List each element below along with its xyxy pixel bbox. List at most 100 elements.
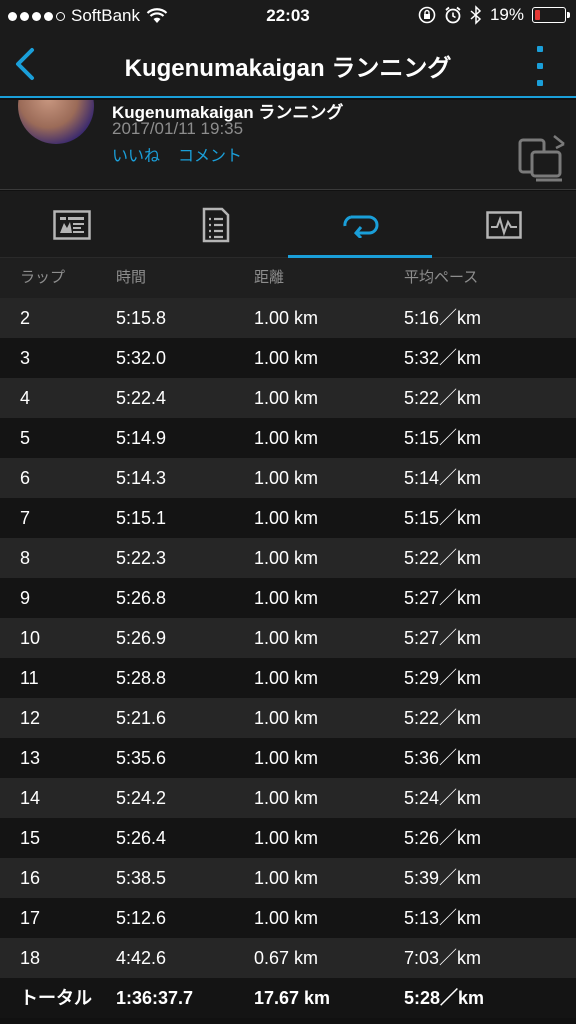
battery-level xyxy=(535,10,541,20)
lap-number: 12 xyxy=(20,708,41,728)
table-row[interactable]: 13 5:35.6 1.00 km 5:36／km xyxy=(0,738,576,778)
lap-distance: 1.00 km xyxy=(254,668,319,688)
battery-icon xyxy=(532,7,570,23)
lap-number: 10 xyxy=(20,628,41,648)
total-time: 1:36:37.7 xyxy=(116,988,194,1008)
activity-date: 2017/01/11 19:35 xyxy=(112,119,244,138)
tab-details[interactable] xyxy=(144,191,288,258)
lap-number: 18 xyxy=(20,948,41,968)
lap-distance: 1.00 km xyxy=(254,708,319,728)
lap-distance: 1.00 km xyxy=(254,748,319,768)
lap-distance: 1.00 km xyxy=(254,388,319,408)
lap-time: 5:24.2 xyxy=(116,788,167,808)
laps-table: ラップ 時間 距離 平均ペース 2 5:15.8 1.00 km 5:16／km 3 5:… xyxy=(0,258,576,1018)
lap-number: 8 xyxy=(20,548,31,568)
lap-time: 5:14.3 xyxy=(116,468,167,488)
laps-table-body: 2 5:15.8 1.00 km 5:16／km 3 5:32.0 1.00 km 5:32／… xyxy=(0,298,576,978)
table-row[interactable]: 8 5:22.3 1.00 km 5:22／km xyxy=(0,538,576,578)
lap-distance: 1.00 km xyxy=(254,508,319,528)
laps-total-row: トータル 1:36:37.7 17.67 km 5:28／km xyxy=(0,978,576,1018)
table-row[interactable]: 4 5:22.4 1.00 km 5:22／km xyxy=(0,378,576,418)
page-title: Kugenumakaigan ランニング xyxy=(124,55,452,82)
status-bar: SoftBank 22:03 19% xyxy=(0,0,576,32)
lap-time: 5:28.8 xyxy=(116,668,167,688)
table-row[interactable]: 6 5:14.3 1.00 km 5:14／km xyxy=(0,458,576,498)
lap-distance: 1.00 km xyxy=(254,868,319,888)
lap-number: 13 xyxy=(20,748,41,768)
table-row[interactable]: 5 5:14.9 1.00 km 5:15／km xyxy=(0,418,576,458)
lap-distance: 1.00 km xyxy=(254,788,319,808)
lap-number: 5 xyxy=(20,428,31,448)
lap-time: 4:42.6 xyxy=(116,948,167,968)
lap-distance: 0.67 km xyxy=(254,948,319,968)
lap-distance: 1.00 km xyxy=(254,828,319,848)
lap-time: 5:12.6 xyxy=(116,908,167,928)
like-link[interactable]: いいね xyxy=(112,142,160,166)
lap-number: 15 xyxy=(20,828,41,848)
table-row[interactable]: 17 5:12.6 1.00 km 5:13／km xyxy=(0,898,576,938)
total-pace: 5:28／km xyxy=(404,988,485,1008)
table-row[interactable]: 12 5:21.6 1.00 km 5:22／km xyxy=(0,698,576,738)
lap-time: 5:35.6 xyxy=(116,748,167,768)
orientation-lock-icon xyxy=(418,6,436,24)
table-row[interactable]: 7 5:15.1 1.00 km 5:15／km xyxy=(0,498,576,538)
lap-number: 11 xyxy=(20,668,39,688)
total-label: トータル xyxy=(20,988,92,1008)
table-row[interactable]: 14 5:24.2 1.00 km 5:24／km xyxy=(0,778,576,818)
lap-pace: 7:03／km xyxy=(404,948,482,968)
lap-number: 14 xyxy=(20,788,41,808)
lap-time: 5:15.1 xyxy=(116,508,167,528)
lap-time: 5:26.4 xyxy=(116,828,167,848)
lap-distance: 1.00 km xyxy=(254,628,319,648)
lap-pace: 5:27／km xyxy=(404,628,482,648)
lap-time: 5:22.3 xyxy=(116,548,167,568)
lap-pace: 5:16／km xyxy=(404,308,482,328)
back-button[interactable] xyxy=(8,44,44,84)
table-row[interactable]: 2 5:15.8 1.00 km 5:16／km xyxy=(0,298,576,338)
total-distance: 17.67 km xyxy=(254,988,331,1008)
lap-pace: 5:22／km xyxy=(404,708,482,728)
lap-pace: 5:36／km xyxy=(404,748,482,768)
tab-summary[interactable] xyxy=(0,191,144,258)
lap-distance: 1.00 km xyxy=(254,308,319,328)
activity-header: Kugenumakaigan ランニング 2017/01/11 19:35 いい… xyxy=(0,100,576,190)
tab-graphs[interactable] xyxy=(432,191,576,258)
table-row[interactable]: 16 5:38.5 1.00 km 5:39／km xyxy=(0,858,576,898)
table-row[interactable]: 3 5:32.0 1.00 km 5:32／km xyxy=(0,338,576,378)
table-row[interactable]: 15 5:26.4 1.00 km 5:26／km xyxy=(0,818,576,858)
lap-number: 17 xyxy=(20,908,41,928)
more-options-button[interactable] xyxy=(534,46,546,86)
lap-pace: 5:14／km xyxy=(404,468,482,488)
lap-time: 5:26.9 xyxy=(116,628,167,648)
lap-pace: 5:22／km xyxy=(404,388,482,408)
tab-laps[interactable] xyxy=(288,191,432,258)
bluetooth-icon xyxy=(470,5,482,25)
lap-distance: 1.00 km xyxy=(254,348,319,368)
lap-time: 5:26.8 xyxy=(116,588,167,608)
column-header-lap: ラップ xyxy=(20,269,66,286)
status-right: 19% xyxy=(418,5,570,25)
chart-summary-icon xyxy=(53,209,91,240)
table-row[interactable]: 10 5:26.9 1.00 km 5:27／km xyxy=(0,618,576,658)
lap-number: 2 xyxy=(20,308,31,328)
laps-table-header: ラップ 時間 距離 平均ペース xyxy=(0,258,576,298)
table-row[interactable]: 18 4:42.6 0.67 km 7:03／km xyxy=(0,938,576,978)
lap-pace: 5:15／km xyxy=(404,428,482,448)
lap-pace: 5:13／km xyxy=(404,908,482,928)
lap-pace: 5:29／km xyxy=(404,668,482,688)
device-sync-icon[interactable] xyxy=(518,134,566,182)
laps-loop-icon xyxy=(343,215,379,238)
table-row[interactable]: 11 5:28.8 1.00 km 5:29／km xyxy=(0,658,576,698)
avatar[interactable] xyxy=(18,100,94,144)
comment-link[interactable]: コメント xyxy=(178,142,242,166)
lap-number: 7 xyxy=(20,508,31,528)
lap-time: 5:38.5 xyxy=(116,868,167,888)
column-header-distance: 距離 xyxy=(254,269,285,286)
lap-time: 5:22.4 xyxy=(116,388,167,408)
lap-distance: 1.00 km xyxy=(254,588,319,608)
table-row[interactable]: 9 5:26.8 1.00 km 5:27／km xyxy=(0,578,576,618)
lap-number: 3 xyxy=(20,348,31,368)
lap-number: 9 xyxy=(20,588,31,608)
activity-links: いいね コメント xyxy=(112,142,242,166)
lap-pace: 5:39／km xyxy=(404,868,482,888)
